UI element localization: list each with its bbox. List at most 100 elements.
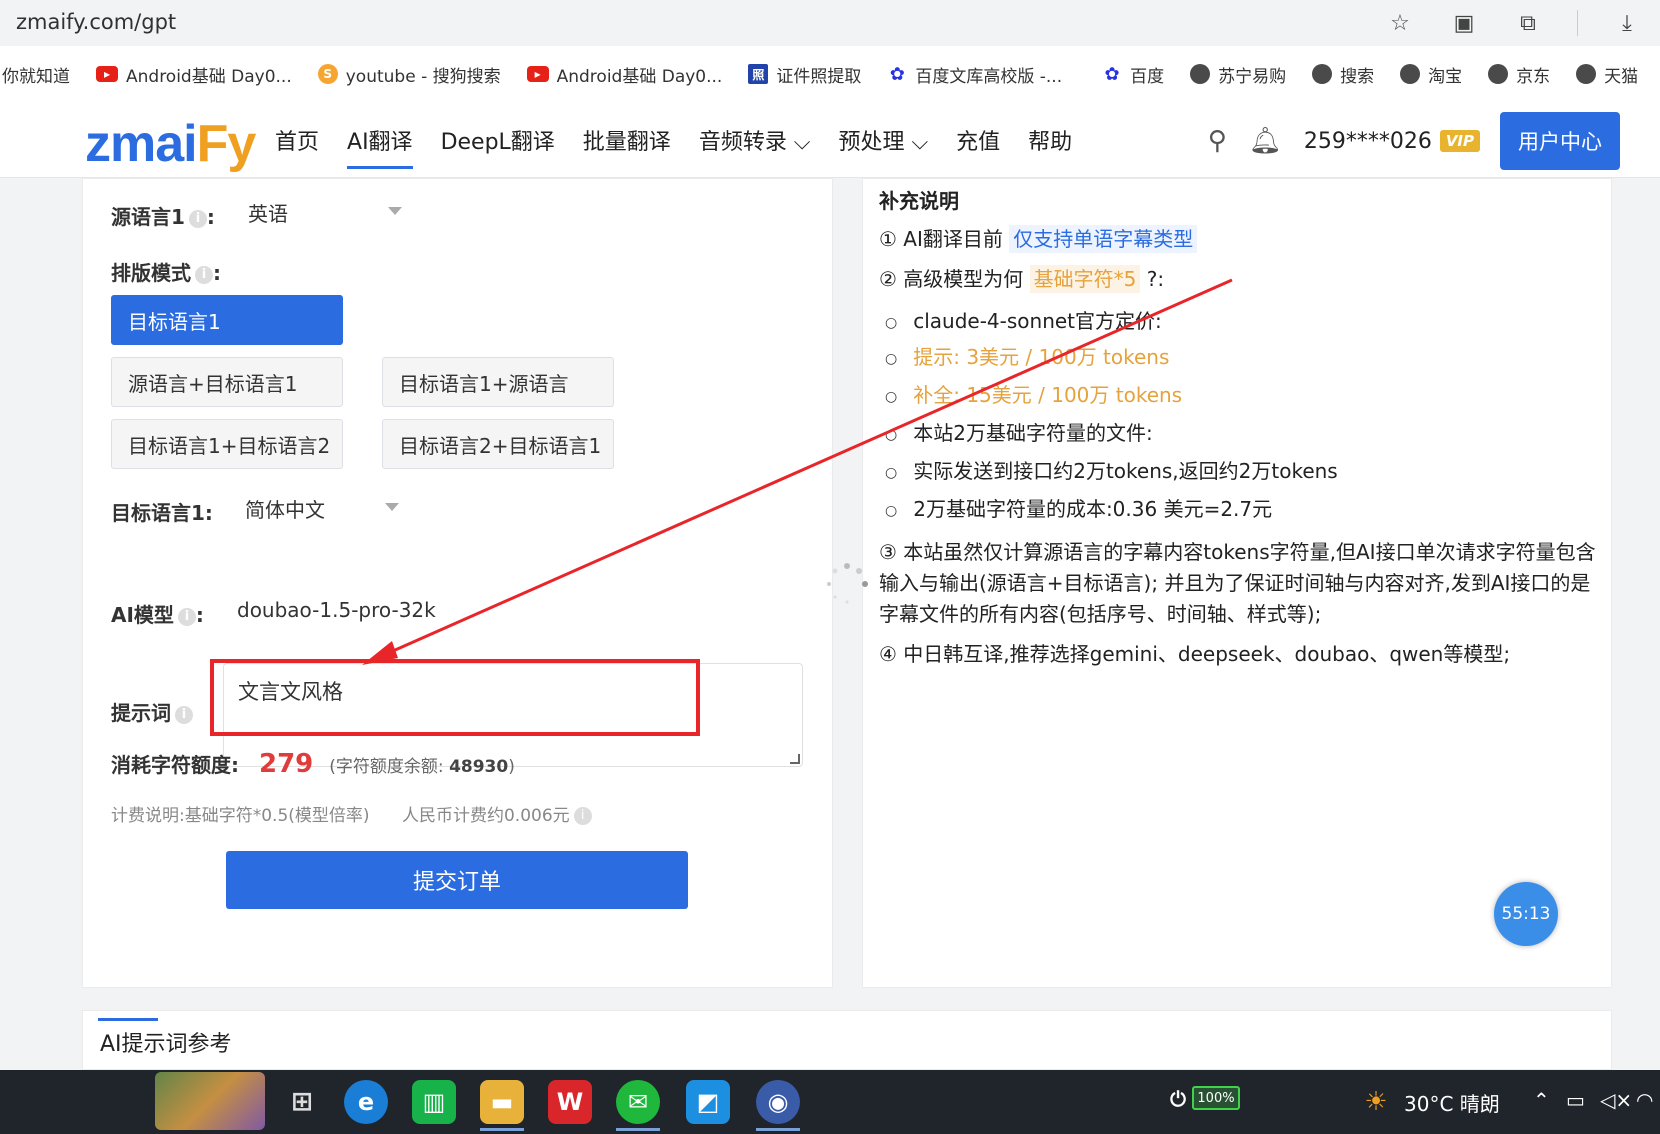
nav-audio-transcribe[interactable]: 音频转录 ⌵ bbox=[699, 124, 811, 169]
layout-option-target1[interactable]: 目标语言1 bbox=[111, 295, 343, 345]
info-icon[interactable]: i bbox=[573, 807, 592, 825]
info-icon[interactable]: i bbox=[195, 265, 213, 284]
wifi-icon[interactable]: ◠ bbox=[1636, 1088, 1653, 1112]
prompt-reference-panel bbox=[82, 1010, 1612, 1070]
site-logo[interactable]: zmaiFy bbox=[85, 114, 256, 174]
bookmarks-bar: 你就知道 ▸ Android基础 Day0... Syoutube - 搜狗搜索 … bbox=[0, 46, 1660, 102]
bookmark-item[interactable]: 京东 bbox=[1488, 62, 1550, 87]
weather-icon: ☀ bbox=[1364, 1087, 1388, 1117]
ai-model-select[interactable]: doubao-1.5-pro-32k bbox=[225, 587, 485, 633]
bookmark-item[interactable]: ✿ 百度 bbox=[1102, 62, 1165, 87]
wallpaper-widget[interactable] bbox=[155, 1072, 265, 1130]
prompt-reference-title[interactable]: AI提示词参考 bbox=[100, 1026, 232, 1058]
wechat-icon[interactable]: ✉ bbox=[616, 1080, 660, 1124]
globe-icon bbox=[1190, 64, 1211, 84]
chevron-up-icon[interactable]: ⌃ bbox=[1533, 1088, 1550, 1112]
star-icon[interactable]: ☆ bbox=[1385, 8, 1415, 38]
resize-handle-icon[interactable] bbox=[790, 754, 800, 764]
active-indicator bbox=[480, 1128, 524, 1131]
note-2: ② 高级模型为何 基础字符*5 ?: bbox=[879, 265, 1165, 293]
bookmark-item[interactable]: ▸ Android基础 Day0... bbox=[96, 62, 292, 87]
battery-icon[interactable]: ▭ bbox=[1566, 1088, 1585, 1112]
info-icon[interactable]: i bbox=[177, 607, 196, 626]
note-4: ④ 中日韩互译,推荐选择gemini、deepseek、doubao、qwen等… bbox=[879, 642, 1511, 666]
bookmark-item[interactable]: 天猫 bbox=[1576, 62, 1638, 87]
layout-option-target1-source[interactable]: 目标语言1+源语言 bbox=[382, 357, 614, 407]
wps-icon[interactable]: W bbox=[548, 1080, 592, 1124]
picture-in-picture-icon[interactable]: ▣ bbox=[1449, 8, 1479, 38]
source-lang-label: 源语言1 i: bbox=[111, 205, 215, 229]
balance-text: (字符额度余额: 48930) bbox=[329, 757, 515, 777]
bell-icon[interactable]: 🔔︎ bbox=[1249, 126, 1282, 156]
note-3: ③ 本站虽然仅计算源语言的字幕内容tokens字符量,但AI接口单次请求字符量包… bbox=[879, 540, 1596, 626]
tab-indicator bbox=[98, 1018, 158, 1021]
nav-ai-translate[interactable]: AI翻译 bbox=[347, 124, 413, 169]
edge-icon[interactable]: e bbox=[344, 1080, 388, 1124]
search-icon[interactable]: ⚲ bbox=[1208, 126, 1227, 156]
browser-address-bar: zmaify.com/gpt ☆ ▣ ⧉ ⤓ bbox=[0, 0, 1660, 46]
download-icon[interactable]: ⤓ bbox=[1612, 8, 1642, 38]
nav-preprocess[interactable]: 预处理 ⌵ bbox=[838, 124, 928, 169]
user-center-button[interactable]: 用户中心 bbox=[1500, 112, 1620, 170]
toolbar-divider bbox=[1577, 10, 1578, 36]
sogou-icon: S bbox=[317, 64, 338, 84]
globe-icon bbox=[1576, 64, 1597, 84]
url-field[interactable]: zmaify.com/gpt bbox=[16, 10, 176, 34]
info-icon[interactable]: i bbox=[175, 705, 193, 724]
user-id[interactable]: 259****026 bbox=[1304, 129, 1432, 154]
chrome-icon[interactable]: ◉ bbox=[756, 1080, 800, 1124]
active-indicator bbox=[616, 1128, 660, 1131]
bookmark-item[interactable]: 淘宝 bbox=[1400, 62, 1462, 87]
globe-icon bbox=[1400, 64, 1421, 84]
cost-row: 消耗字符额度: 279 (字符额度余额: 48930) bbox=[111, 749, 515, 779]
layout-option-target1-target2[interactable]: 目标语言1+目标语言2 bbox=[111, 419, 343, 469]
active-indicator bbox=[756, 1128, 800, 1131]
extensions-icon[interactable]: ⧉ bbox=[1513, 8, 1543, 38]
list-item: 提示: 3美元 / 100万 tokens bbox=[885, 341, 1169, 370]
translate-form-panel: 源语言1 i: 英语 排版模式 i: 目标语言1 源语言+目标语言1 目标语言1+源… bbox=[82, 178, 833, 988]
bookmark-item[interactable]: 你就知道 bbox=[2, 62, 70, 87]
chevron-down-icon bbox=[385, 503, 399, 511]
id-photo-icon: 照 bbox=[748, 64, 769, 84]
weather-text[interactable]: 30°C 晴朗 bbox=[1404, 1088, 1500, 1117]
layout-mode-label: 排版模式 i: bbox=[111, 261, 221, 285]
info-icon[interactable]: i bbox=[188, 209, 207, 228]
nav-deepl-translate[interactable]: DeepL翻译 bbox=[441, 124, 555, 169]
baidu-icon: ✿ bbox=[889, 63, 905, 85]
nav-home[interactable]: 首页 bbox=[275, 124, 319, 169]
bookmark-item[interactable]: ▸ Android基础 Day0... bbox=[526, 62, 722, 87]
submit-order-button[interactable]: 提交订单 bbox=[226, 851, 688, 909]
task-view-icon[interactable]: ⊞ bbox=[280, 1080, 324, 1124]
note-1: ① AI翻译目前 仅支持单语字幕类型 bbox=[879, 223, 1198, 253]
list-item: 实际发送到接口约2万tokens,返回约2万tokens bbox=[885, 455, 1338, 484]
nav-recharge[interactable]: 充值 bbox=[956, 124, 1000, 169]
layout-option-source-target1[interactable]: 源语言+目标语言1 bbox=[111, 357, 343, 407]
file-explorer-icon[interactable]: ▬ bbox=[480, 1080, 524, 1124]
youtube-icon: ▸ bbox=[526, 66, 549, 82]
loading-spinner-icon bbox=[827, 563, 868, 604]
layout-option-target2-target1[interactable]: 目标语言2+目标语言1 bbox=[382, 419, 614, 469]
plug-icon: ⏻ bbox=[1170, 1087, 1186, 1111]
site-header: zmaiFy 首页 AI翻译 DeepL翻译 批量翻译 音频转录 ⌵ 预处理 ⌵… bbox=[0, 102, 1660, 178]
app-green-icon[interactable]: ▥ bbox=[412, 1080, 456, 1124]
bookmark-item[interactable]: ✿ 百度文库高校版 -... bbox=[887, 62, 1062, 87]
source-lang-select[interactable]: 英语 bbox=[236, 189, 416, 235]
os-taskbar: ⊞ e ▥ ▬ W ✉ ◩ ◉ ⏻ 100% ☀ 30°C 晴朗 ⌃ ▭ ◁× … bbox=[0, 1070, 1660, 1134]
bookmark-item[interactable]: Syoutube - 搜狗搜索 bbox=[317, 62, 501, 87]
bookmark-item[interactable]: 苏宁易购 bbox=[1190, 62, 1286, 87]
list-item: 2万基础字符量的成本:0.36 美元=2.7元 bbox=[885, 493, 1272, 522]
volume-mute-icon[interactable]: ◁× bbox=[1600, 1088, 1632, 1112]
list-item: claude-4-sonnet官方定价: bbox=[885, 305, 1162, 334]
nav-batch-translate[interactable]: 批量翻译 bbox=[583, 124, 671, 169]
timer-badge[interactable]: 55:13 bbox=[1494, 882, 1558, 946]
prompt-label: 提示词 i bbox=[111, 697, 193, 726]
bookmark-item[interactable]: 搜索 bbox=[1312, 62, 1374, 87]
bookmark-item[interactable]: 照证件照提取 bbox=[748, 62, 861, 87]
globe-icon bbox=[1312, 64, 1333, 84]
battery-indicator[interactable]: 100% bbox=[1192, 1086, 1240, 1110]
supplement-title: 补充说明 bbox=[879, 189, 959, 213]
nav-help[interactable]: 帮助 bbox=[1028, 124, 1072, 169]
chevron-down-icon bbox=[388, 207, 402, 215]
app-blue-icon[interactable]: ◩ bbox=[686, 1080, 730, 1124]
target-lang-select[interactable]: 简体中文 bbox=[233, 485, 413, 531]
